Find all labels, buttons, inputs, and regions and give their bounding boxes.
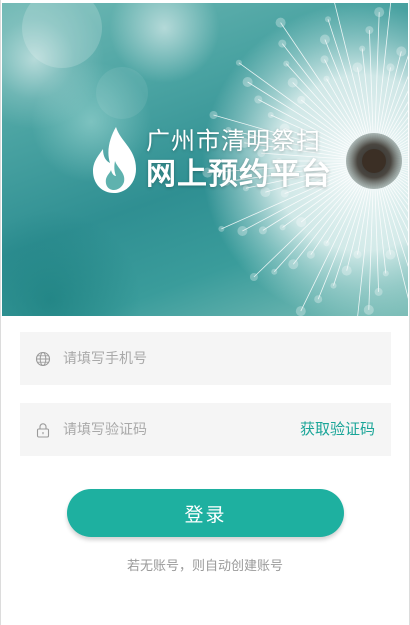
- code-field: 获取验证码: [20, 403, 391, 456]
- phone-field: [20, 332, 391, 385]
- title-line1: 广州市清明祭扫: [146, 127, 321, 155]
- globe-icon: [35, 351, 51, 366]
- flame-icon: [93, 127, 136, 193]
- brand-logo: 广州市清明祭扫 网上预约平台: [90, 125, 332, 195]
- auto-create-hint: 若无账号，则自动创建账号: [126, 559, 283, 574]
- title-line2: 网上预约平台: [146, 157, 332, 192]
- get-code-button[interactable]: 获取验证码: [300, 403, 375, 456]
- lock-icon: [36, 422, 50, 438]
- code-input[interactable]: [63, 421, 283, 438]
- login-button[interactable]: 登录: [67, 489, 344, 537]
- hero-banner: 广州市清明祭扫 网上预约平台: [2, 3, 408, 316]
- login-page: 广州市清明祭扫 网上预约平台 获取验证码 登录 若无账号，则自动创建账号: [0, 0, 410, 625]
- phone-input[interactable]: [63, 350, 283, 367]
